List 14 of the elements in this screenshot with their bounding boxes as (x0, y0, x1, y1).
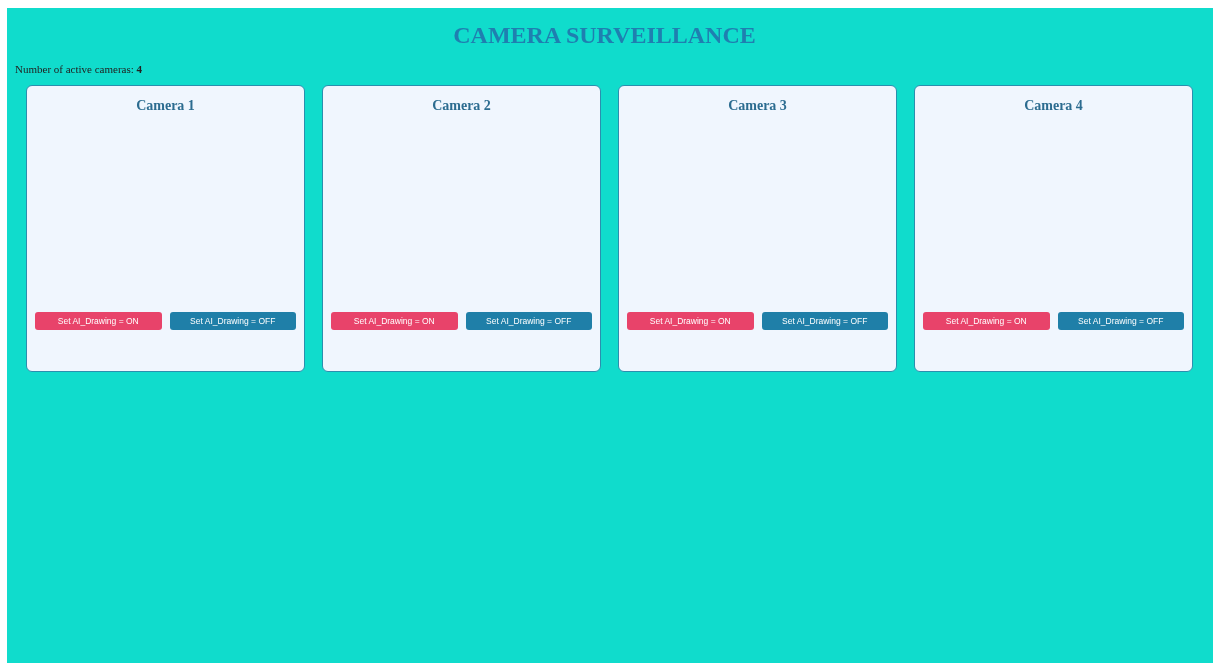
set-off-button[interactable]: Set AI_Drawing = OFF (465, 312, 592, 330)
set-on-button[interactable]: Set AI_Drawing = ON (331, 312, 458, 330)
active-cameras-count: Number of active cameras: 4 (15, 63, 143, 75)
set-on-button[interactable]: Set AI_Drawing = ON (627, 312, 754, 330)
camera-name: Camera 3 (728, 98, 787, 114)
page-title: CAMERA SURVEILLANCE (453, 22, 756, 49)
set-off-button[interactable]: Set AI_Drawing = OFF (761, 312, 888, 330)
set-on-button[interactable]: Set AI_Drawing = ON (923, 312, 1050, 330)
set-off-button[interactable]: Set AI_Drawing = OFF (1057, 312, 1184, 330)
camera-name: Camera 1 (136, 98, 195, 114)
camera-name: Camera 2 (432, 98, 491, 114)
set-on-button[interactable]: Set AI_Drawing = ON (35, 312, 162, 330)
camera-name: Camera 4 (1024, 98, 1083, 114)
set-off-button[interactable]: Set AI_Drawing = OFF (169, 312, 296, 330)
